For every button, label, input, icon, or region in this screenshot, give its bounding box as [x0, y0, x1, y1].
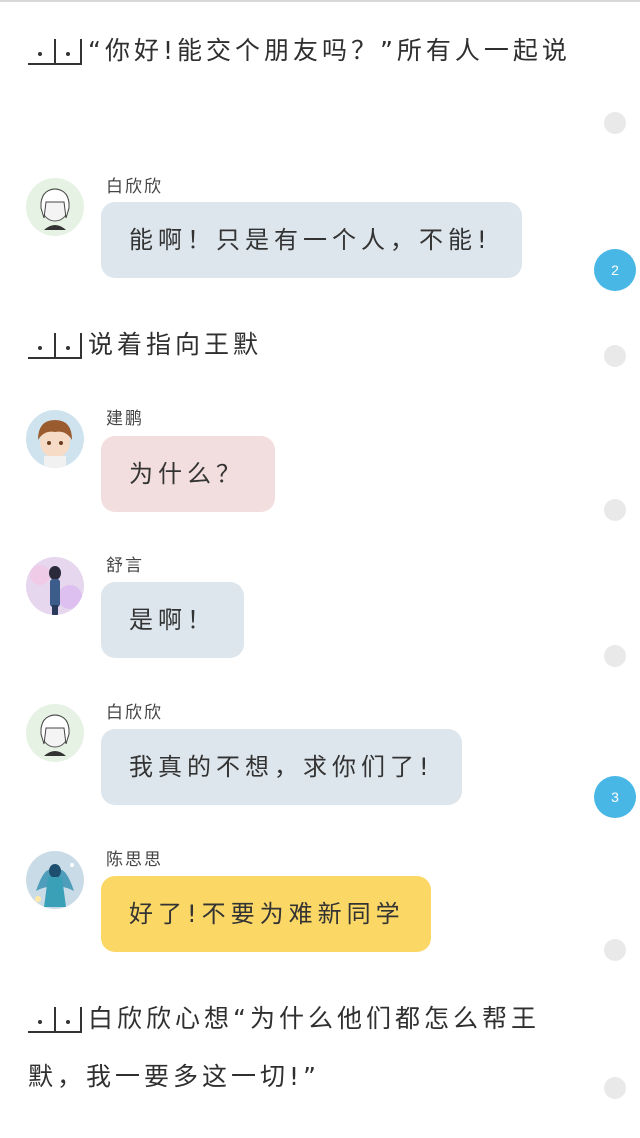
- comment-dot-icon[interactable]: [604, 112, 626, 134]
- narration-marker-icon: [28, 1007, 82, 1033]
- narration-marker-icon: [28, 39, 82, 65]
- narration-block: 说着指向王默: [28, 316, 588, 374]
- speaker-name: 舒言: [106, 556, 144, 576]
- top-divider: [0, 0, 640, 2]
- comment-dot-icon[interactable]: [604, 1077, 626, 1099]
- white-hair-girl-avatar[interactable]: [26, 704, 84, 762]
- comment-dot-icon[interactable]: [604, 499, 626, 521]
- message-bubble[interactable]: 为什么？: [101, 436, 275, 512]
- message-bubble[interactable]: 是啊！: [101, 582, 244, 658]
- comment-dot-icon[interactable]: [604, 939, 626, 961]
- comment-count-badge[interactable]: 3: [594, 776, 636, 818]
- narration-marker-icon: [28, 333, 82, 359]
- narration-block: 白欣欣心想“为什么他们都怎么帮王默，我一要多这一切!”: [28, 990, 588, 1106]
- narration-text: 说着指向王默: [88, 330, 263, 359]
- message-bubble[interactable]: 能啊！只是有一个人，不能!: [101, 202, 522, 278]
- speaker-name: 建鹏: [106, 409, 144, 429]
- narration-text: 白欣欣心想“为什么他们都怎么帮王默，我一要多这一切!”: [28, 1004, 540, 1091]
- speaker-name: 白欣欣: [106, 177, 163, 197]
- message-bubble[interactable]: 我真的不想，求你们了!: [101, 729, 462, 805]
- speaker-name: 白欣欣: [106, 703, 163, 723]
- narration-block: “你好!能交个朋友吗？”所有人一起说: [28, 22, 588, 80]
- brown-hair-boy-avatar[interactable]: [26, 410, 84, 468]
- blue-fairy-avatar[interactable]: [26, 851, 84, 909]
- comment-dot-icon[interactable]: [604, 345, 626, 367]
- comment-count-badge[interactable]: 2: [594, 249, 636, 291]
- comment-dot-icon[interactable]: [604, 645, 626, 667]
- purple-girl-avatar[interactable]: [26, 557, 84, 615]
- white-hair-girl-avatar[interactable]: [26, 178, 84, 236]
- message-bubble[interactable]: 好了!不要为难新同学: [101, 876, 431, 952]
- narration-text: “你好!能交个朋友吗？”所有人一起说: [88, 36, 571, 65]
- speaker-name: 陈思思: [106, 850, 163, 870]
